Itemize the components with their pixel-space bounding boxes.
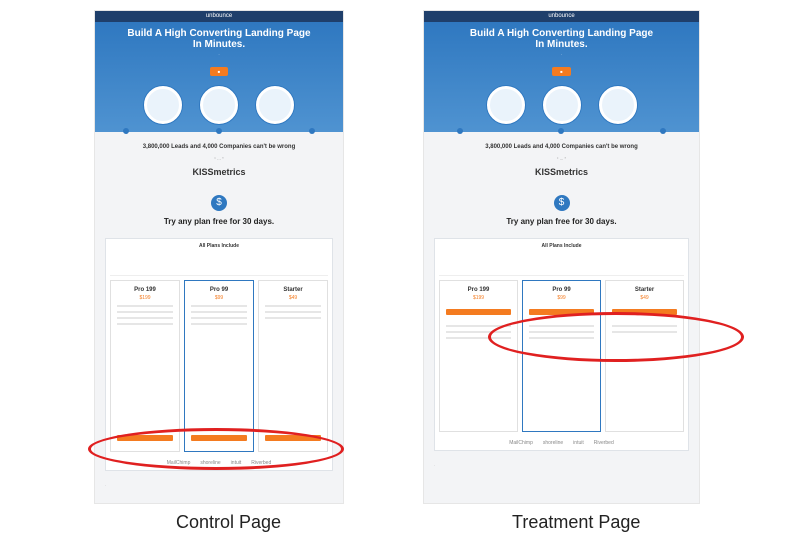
dollar-icon: $	[211, 195, 227, 211]
brand-bar: unbounce	[424, 11, 699, 22]
hero-steps	[95, 86, 343, 124]
hero-headline: Build A High Converting Landing Page In …	[127, 28, 311, 50]
plan-price: $49	[288, 295, 298, 301]
brand-logo: unbounce	[205, 13, 233, 19]
hero-subtext: ·	[218, 52, 220, 57]
plan-price: $49	[640, 295, 649, 301]
plan-price: $199	[472, 295, 485, 301]
testimonial-logo: KISSmetrics	[192, 167, 246, 177]
plan-cta-button[interactable]	[446, 309, 511, 315]
plan-card: Pro 199 $199	[110, 280, 180, 452]
hero: Build A High Converting Landing Page In …	[424, 22, 699, 134]
plan-name: Starter	[634, 287, 655, 293]
plans-features-list	[439, 249, 684, 276]
step-icon	[256, 86, 294, 124]
plan-name: Pro 99	[209, 287, 229, 293]
step-dot	[308, 128, 315, 134]
testimonial-logo: KISSmetrics	[534, 167, 589, 177]
plan-price: $99	[557, 295, 566, 301]
treatment-page-screenshot: unbounce Build A High Converting Landing…	[423, 10, 700, 504]
social-proof-headline: 3,800,000 Leads and 4,000 Companies can'…	[485, 144, 638, 150]
hero-cta-button[interactable]: ■	[552, 67, 571, 76]
brand-bar: unbounce	[95, 11, 343, 22]
pricing-headline: Try any plan free for 30 days.	[163, 217, 275, 226]
testimonial-quote: “ … ”	[214, 156, 224, 161]
plan-card: Starter $49	[258, 280, 328, 452]
highlight-ellipse-treatment	[488, 312, 744, 362]
social-proof-headline: 3,800,000 Leads and 4,000 Companies can'…	[142, 144, 296, 150]
testimonial-quote: “ … ”	[557, 156, 566, 161]
step-icon	[200, 86, 238, 124]
plan-name: Pro 199	[467, 287, 490, 293]
step-icon	[144, 86, 182, 124]
pricing-intro: $ Try any plan free for 30 days.	[424, 183, 699, 232]
footer: ·	[434, 463, 436, 468]
social-proof: 3,800,000 Leads and 4,000 Companies can'…	[95, 132, 343, 183]
plan-name: Pro 99	[552, 287, 571, 293]
plan-price: $99	[214, 295, 224, 301]
plan-card: Pro 99 $99	[184, 280, 254, 452]
step-dot	[456, 128, 463, 134]
hero-headline: Build A High Converting Landing Page In …	[469, 28, 654, 50]
step-icon	[486, 86, 525, 124]
pricing-headline: Try any plan free for 30 days.	[506, 217, 617, 226]
caption-right: Treatment Page	[512, 512, 641, 532]
brand-logo: unbounce	[548, 13, 575, 19]
step-icon	[598, 86, 637, 124]
hero-steps	[424, 86, 699, 124]
hero: Build A High Converting Landing Page In …	[95, 22, 343, 134]
step-dot	[215, 128, 222, 134]
customer-logos: MailChimp shoreline intuit Riverbed	[509, 440, 614, 446]
hero-cta-button[interactable]: ■	[209, 67, 229, 76]
plan-price: $199	[139, 295, 151, 301]
social-proof: 3,800,000 Leads and 4,000 Companies can'…	[424, 132, 699, 183]
step-icon	[542, 86, 581, 124]
plan-card: Pro 199 $199	[439, 280, 518, 432]
caption-left: Control Page	[176, 512, 282, 532]
plan-name: Starter	[283, 287, 303, 293]
plans-columns: Pro 199 $199 Pro 99 $99 Starter $49	[110, 280, 328, 452]
pricing-intro: $ Try any plan free for 30 days.	[95, 183, 343, 232]
hero-subtext: ·	[560, 52, 563, 57]
footer: ·	[105, 483, 107, 488]
plans-features-list	[110, 249, 328, 276]
dollar-icon: $	[553, 195, 570, 211]
highlight-ellipse-control	[88, 428, 344, 470]
plan-name: Pro 199	[134, 287, 156, 293]
